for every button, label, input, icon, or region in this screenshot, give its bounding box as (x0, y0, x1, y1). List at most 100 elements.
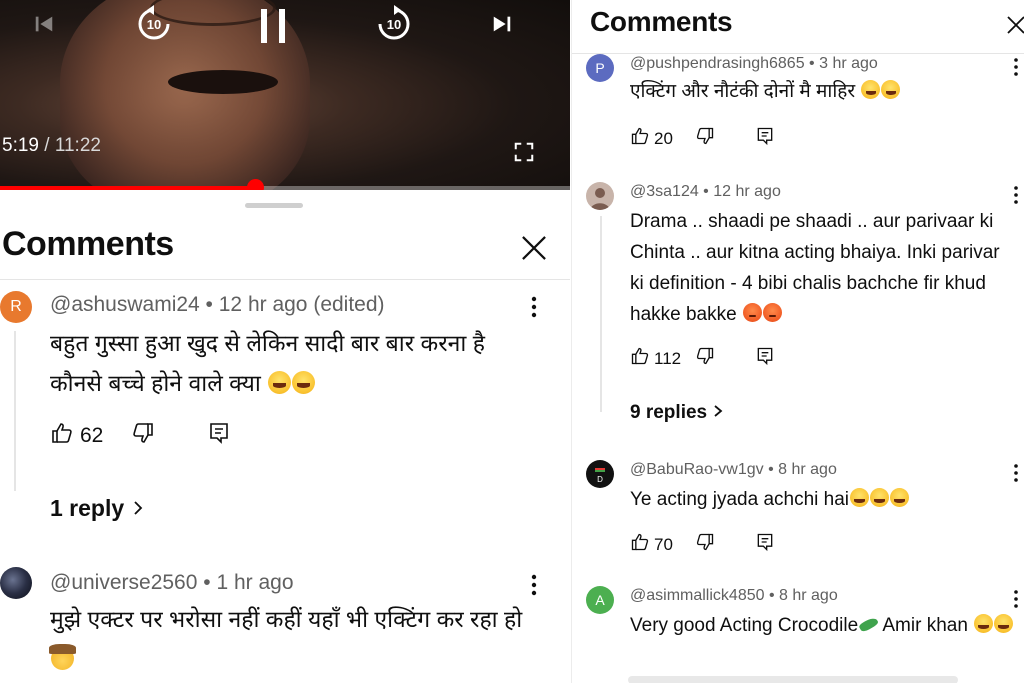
emoji-group (49, 644, 76, 672)
time-readout: 5:19 / 11:22 (2, 135, 101, 157)
comment-author[interactable]: @universe2560 (50, 571, 197, 594)
video-player[interactable]: 10 10 5:19 / 11:22 (0, 0, 570, 190)
comments-title: Comments (590, 6, 733, 37)
forward-10-icon[interactable]: 10 (370, 0, 418, 48)
comment-text: Very good Acting Crocodile Amir khan (630, 610, 1015, 641)
comment-time: 12 hr ago (edited) (218, 293, 385, 316)
replies-label: 9 replies (630, 402, 708, 423)
progress-scrubber[interactable] (246, 179, 264, 190)
more-vertical-icon[interactable] (524, 293, 544, 321)
comment-text-content: Drama .. shaadi pe shaadi .. aur parivaa… (630, 211, 1000, 325)
thumbs-down-icon[interactable] (695, 532, 715, 557)
avatar[interactable]: P (586, 54, 614, 82)
more-vertical-icon[interactable] (1008, 462, 1024, 484)
comment-meta: @pushpendrasingh6865 • 3 hr ago (630, 55, 878, 72)
comment-author[interactable]: @ashuswami24 (50, 293, 200, 316)
forward-seconds-label: 10 (387, 17, 401, 32)
emoji-group (858, 615, 878, 636)
like-count: 70 (654, 534, 673, 554)
divider (0, 279, 570, 280)
comment-author[interactable]: @BabuRao-vw1gv (630, 461, 764, 478)
chevron-right-icon (712, 402, 724, 423)
laugh-emoji-icon (994, 614, 1014, 634)
like-count: 20 (654, 128, 673, 148)
comments-title: Comments (2, 225, 174, 263)
thumbs-up-icon[interactable] (630, 126, 650, 151)
laugh-emoji-icon (268, 370, 292, 394)
comment-text-continued: Amir khan (878, 615, 968, 636)
replies-button[interactable]: 1 reply (50, 495, 145, 522)
comment-text: Ye acting jyada achchi hai (630, 484, 1015, 515)
comment-author[interactable]: @3sa124 (630, 183, 699, 200)
reply-comment-icon[interactable] (207, 421, 231, 451)
comment-time: 1 hr ago (216, 571, 294, 594)
thumbs-down-icon[interactable] (695, 126, 715, 151)
avatar[interactable]: D (586, 460, 614, 488)
more-vertical-icon[interactable] (1008, 588, 1024, 610)
comment-actions: 70 (630, 532, 775, 557)
comment-meta: @3sa124 • 12 hr ago (630, 183, 781, 200)
thumbs-up-icon[interactable] (50, 421, 74, 451)
duration: 11:22 (54, 135, 101, 156)
like-count: 112 (654, 348, 682, 368)
avatar-letter: D (597, 475, 603, 484)
avatar[interactable] (586, 182, 614, 210)
reply-comment-icon[interactable] (755, 346, 775, 371)
replies-button[interactable]: 9 replies (630, 402, 724, 424)
more-vertical-icon[interactable] (1008, 56, 1024, 78)
emoji-group (860, 80, 901, 102)
laugh-emoji-icon (861, 80, 881, 100)
croc-emoji-icon (859, 614, 878, 633)
reply-input-bar[interactable] (628, 676, 958, 683)
progress-bar[interactable] (0, 179, 570, 190)
comment-text: मुझे एक्टर पर भरोसा नहीं कहीं यहाँ भी एक… (49, 599, 530, 679)
laugh-emoji-icon (870, 488, 890, 508)
right-screenshot: Comments P @pushpendrasingh6865 • 3 hr a… (571, 0, 1024, 683)
thumbs-down-icon[interactable] (131, 421, 155, 451)
thread-line (600, 216, 602, 412)
video-frame-mustache (168, 70, 278, 94)
close-icon[interactable] (1004, 13, 1024, 37)
laugh-emoji-icon (292, 370, 316, 394)
thread-line (14, 331, 16, 491)
avatar[interactable]: A (586, 586, 614, 614)
thumbs-up-icon[interactable] (630, 346, 650, 371)
like-count: 62 (80, 424, 104, 447)
fullscreen-icon[interactable] (508, 136, 540, 168)
close-icon[interactable] (515, 229, 553, 267)
more-vertical-icon[interactable] (524, 571, 544, 599)
comment-author[interactable]: @asimmallick4850 (630, 587, 765, 604)
rewind-10-icon[interactable]: 10 (130, 0, 178, 48)
comment-text-content: मुझे एक्टर पर भरोसा नहीं कहीं यहाँ भी एक… (50, 606, 523, 632)
divider (572, 53, 1024, 54)
angry-emoji-icon (742, 303, 762, 323)
thumbs-up-icon[interactable] (630, 532, 650, 557)
comment-time: 8 hr ago (779, 587, 838, 604)
comment-actions: 62 (50, 421, 231, 451)
comment-text: बहुत गुस्सा हुआ खुद से लेकिन सादी बार बा… (50, 323, 530, 403)
thumbs-down-icon[interactable] (695, 346, 715, 371)
more-vertical-icon[interactable] (1008, 184, 1024, 206)
comment-actions: 20 (630, 126, 775, 151)
avatar[interactable] (0, 567, 32, 599)
skip-next-icon[interactable] (484, 6, 520, 42)
comment-time: 3 hr ago (819, 55, 878, 72)
cowboy-emoji-icon (49, 644, 76, 670)
drag-handle[interactable] (245, 203, 303, 208)
emoji-group (849, 488, 910, 510)
comment-author[interactable]: @pushpendrasingh6865 (630, 55, 805, 72)
progress-fill (0, 186, 255, 190)
left-screenshot: 10 10 5:19 / 11:22 Comments R @ashuswami… (0, 0, 570, 683)
current-time: 5:19 (2, 135, 39, 156)
comment-text: Drama .. shaadi pe shaadi .. aur parivaa… (630, 206, 1015, 330)
comment-time: 8 hr ago (778, 461, 837, 478)
avatar[interactable]: R (0, 291, 32, 323)
reply-comment-icon[interactable] (755, 532, 775, 557)
laugh-emoji-icon (881, 80, 901, 100)
comment-time: 12 hr ago (713, 183, 781, 200)
reply-comment-icon[interactable] (755, 126, 775, 151)
laugh-emoji-icon (850, 488, 870, 508)
pause-icon[interactable] (248, 0, 298, 50)
comments-sheet: Comments R @ashuswami24 • 12 hr ago (edi… (0, 193, 570, 683)
skip-previous-icon[interactable] (26, 6, 62, 42)
